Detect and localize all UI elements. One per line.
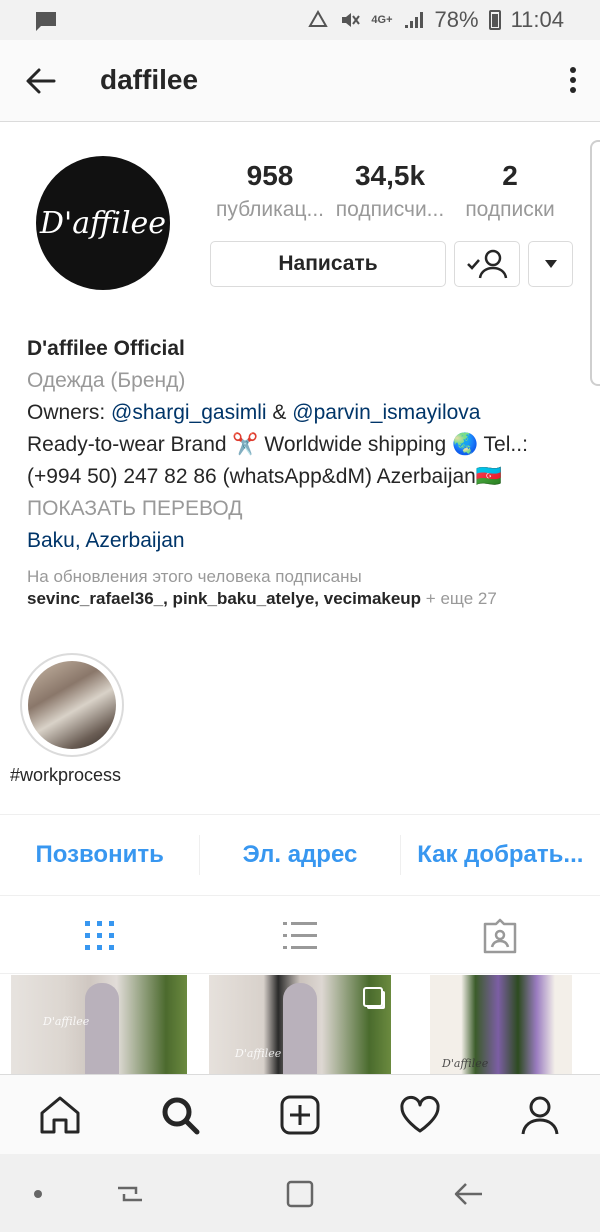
highlight-label: #workprocess: [10, 765, 122, 785]
clock: 11:04: [510, 7, 564, 32]
profile-full-name: D'affilee Official: [27, 337, 185, 360]
bottom-navigation: [0, 1074, 600, 1154]
avatar-logo-text: D'affilee: [39, 205, 167, 241]
owner-mention-2[interactable]: @parvin_ismayilova: [292, 401, 480, 424]
post-thumbnail[interactable]: D'affilee: [11, 975, 187, 1075]
tagged-icon[interactable]: [480, 916, 520, 956]
email-button[interactable]: Эл. адрес: [200, 841, 399, 869]
mute-icon: [342, 13, 361, 27]
avatar[interactable]: D'affilee: [36, 156, 170, 290]
network-type: 4G+: [371, 14, 393, 26]
status-indicators: 4G+ 78% 11:04: [307, 7, 564, 33]
watermark-logo: D'affilee: [43, 1015, 90, 1028]
show-translation-link[interactable]: ПОКАЗАТЬ ПЕРЕВОД: [27, 493, 587, 525]
stat-followers[interactable]: 34,5k подписчи...: [330, 158, 450, 226]
grid-icon[interactable]: [80, 916, 120, 956]
directions-button[interactable]: Как добрать...: [401, 841, 600, 869]
message-button[interactable]: Написать: [210, 241, 446, 287]
home-button-icon[interactable]: [282, 1176, 318, 1212]
model-figure: [85, 983, 119, 1075]
followed-by-names: sevinc_rafael36_, pink_baku_atelye, veci…: [27, 589, 422, 608]
stat-posts[interactable]: 958 публикац...: [210, 158, 330, 226]
search-icon[interactable]: [158, 1093, 202, 1137]
stat-followers-value: 34,5k: [354, 160, 426, 191]
back-arrow-icon[interactable]: [24, 64, 58, 98]
location-link[interactable]: Baku, Azerbaijan: [27, 525, 587, 557]
battery-icon: [488, 10, 501, 30]
heart-icon[interactable]: [398, 1093, 442, 1137]
watermark-logo: D'affilee: [442, 1057, 489, 1070]
followed-by-more: + еще 27: [421, 589, 497, 608]
stat-following[interactable]: 2 подписки: [450, 158, 570, 226]
owners-prefix: Owners:: [27, 401, 112, 424]
add-post-icon[interactable]: [278, 1093, 322, 1137]
more-options-icon[interactable]: [568, 64, 578, 98]
stat-posts-label: публикац...: [215, 198, 325, 221]
system-back-icon[interactable]: [450, 1176, 486, 1212]
story-highlight[interactable]: [20, 653, 124, 757]
model-figure: [283, 983, 317, 1075]
content-tabs: [0, 896, 600, 974]
stat-followers-label: подписчи...: [335, 198, 445, 221]
recent-apps-icon[interactable]: [112, 1176, 148, 1212]
battery-percent: 78%: [434, 7, 479, 32]
app-bar: daffilee: [0, 40, 600, 122]
following-check-icon: [467, 249, 508, 279]
profile-stats: 958 публикац... 34,5k подписчи... 2 подп…: [210, 158, 570, 226]
stat-following-value: 2: [502, 160, 518, 191]
post-thumbnail[interactable]: D'affilee: [209, 975, 391, 1075]
contact-actions: Позвонить Эл. адрес Как добрать...: [0, 814, 600, 896]
status-bar: 4G+ 78% 11:04: [0, 0, 600, 40]
profile-bio: D'affilee Official Одежда (Бренд) Owners…: [27, 333, 587, 557]
owners-amp: &: [266, 401, 293, 424]
profile-icon[interactable]: [518, 1093, 562, 1137]
carousel-icon: [363, 987, 383, 1007]
followed-by-names-line: sevinc_rafael36_, pink_baku_atelye, veci…: [27, 588, 587, 610]
system-navigation-bar: [0, 1154, 600, 1232]
dot-indicator-icon: [20, 1176, 56, 1212]
chevron-down-icon: [544, 260, 557, 268]
stat-following-label: подписки: [465, 198, 555, 221]
watermark-logo: D'affilee: [235, 1047, 282, 1060]
message-notification-icon: [34, 10, 58, 37]
call-button[interactable]: Позвонить: [0, 841, 199, 869]
list-icon[interactable]: [280, 916, 320, 956]
post-thumbnail[interactable]: D'affilee: [430, 975, 572, 1075]
stat-posts-value: 958: [246, 160, 294, 191]
edge-panel-handle[interactable]: [590, 140, 600, 386]
bio-description: Ready-to-wear Brand ✂️ Worldwide shippin…: [27, 433, 528, 488]
owners-line: Owners: @shargi_gasimli & @parvin_ismayi…: [27, 397, 587, 429]
signal-icon: [404, 12, 423, 28]
followed-by-caption: На обновления этого человека подписаны: [27, 567, 362, 586]
suggestions-dropdown-button[interactable]: [528, 241, 573, 287]
home-icon[interactable]: [38, 1093, 82, 1137]
following-button[interactable]: [454, 241, 520, 287]
recycle-icon: [308, 10, 329, 27]
followed-by[interactable]: На обновления этого человека подписаны s…: [27, 566, 587, 610]
profile-username: daffilee: [100, 64, 199, 95]
owner-mention-1[interactable]: @shargi_gasimli: [111, 401, 267, 424]
profile-category: Одежда (Бренд): [27, 369, 186, 392]
highlight-cover-image: [28, 661, 116, 749]
